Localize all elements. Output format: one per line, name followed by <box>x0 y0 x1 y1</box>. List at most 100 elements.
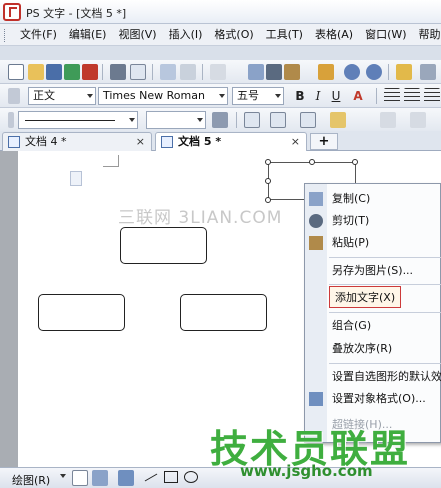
close-tab-icon[interactable]: × <box>136 133 145 151</box>
resize-handle[interactable] <box>265 178 271 184</box>
paste-toolbar-icon[interactable] <box>284 64 300 80</box>
style-select[interactable]: 正文 <box>28 87 96 105</box>
menu-table[interactable]: 表格(A) <box>309 25 359 45</box>
format-painter-icon[interactable] <box>318 64 334 80</box>
menu-item-format-object[interactable]: 设置对象格式(O)... <box>309 388 441 410</box>
tab-label: 文档 5 * <box>178 135 222 148</box>
menu-item-cut[interactable]: 剪切(T) <box>309 210 441 232</box>
italic-button[interactable]: I <box>310 87 326 105</box>
title-bar: PS 文字 - [文档 5 *] <box>0 0 441 24</box>
context-menu: 复制(C) 剪切(T) 粘贴(P) 另存为图片(S)... 添加文字(X) 组合… <box>304 183 441 443</box>
columns-icon[interactable] <box>420 64 436 80</box>
font-select-value: Times New Roman <box>103 89 205 102</box>
menu-file[interactable]: 文件(F) <box>14 25 63 45</box>
select-pointer-icon[interactable] <box>72 470 88 486</box>
font-color-button[interactable]: A <box>350 87 366 105</box>
3d-icon[interactable] <box>410 112 426 128</box>
bold-button[interactable]: B <box>292 87 308 105</box>
menu-tools[interactable]: 工具(T) <box>260 25 309 45</box>
document-anchor-icon <box>70 171 82 186</box>
menu-item-add-text[interactable]: 添加文字(X) <box>329 286 401 308</box>
tab-document-4[interactable]: 文档 4 * × <box>2 132 152 151</box>
menu-grip[interactable] <box>4 29 7 42</box>
line-weight-select[interactable] <box>146 111 206 129</box>
ellipse-tool-icon[interactable] <box>184 471 198 483</box>
export-icon[interactable] <box>64 64 80 80</box>
resize-handle[interactable] <box>352 159 358 165</box>
document-icon <box>8 136 20 148</box>
chevron-down-icon <box>87 94 93 98</box>
tab-label: 文档 4 * <box>25 135 67 148</box>
menu-format[interactable]: 格式(O) <box>208 25 259 45</box>
underline-button[interactable]: U <box>328 87 344 105</box>
menu-item-label: 设置对象格式(O)... <box>332 392 426 405</box>
flowchart-box-right[interactable] <box>180 294 267 331</box>
menu-item-group[interactable]: 组合(G) <box>327 315 441 337</box>
shadow-icon[interactable] <box>300 112 316 128</box>
menu-separator <box>329 284 441 285</box>
menu-item-save-as-picture[interactable]: 另存为图片(S)... <box>327 260 441 282</box>
menu-view[interactable]: 视图(V) <box>112 25 162 45</box>
line-style-select[interactable] <box>18 111 138 129</box>
font-size-select[interactable]: 五号 <box>232 87 284 105</box>
menu-help[interactable]: 帮助(H) <box>413 25 441 45</box>
resize-handle[interactable] <box>265 159 271 165</box>
spellcheck-icon[interactable] <box>160 64 176 80</box>
align-left-icon[interactable] <box>384 88 400 104</box>
pdf-icon[interactable] <box>82 64 98 80</box>
styles-pane-icon[interactable] <box>8 88 20 104</box>
print-preview-icon[interactable] <box>130 64 146 80</box>
toolbar-divider <box>236 112 237 128</box>
formatting-toolbar: 正文 Times New Roman 五号 B I U A <box>0 84 441 108</box>
align-right-icon[interactable] <box>424 88 440 104</box>
border-icon[interactable] <box>244 112 260 128</box>
line-tool-icon[interactable] <box>144 473 158 482</box>
rectangle-tool-icon[interactable] <box>164 471 178 483</box>
close-tab-icon[interactable]: × <box>291 133 300 151</box>
menu-separator <box>329 312 441 313</box>
save-icon[interactable] <box>46 64 62 80</box>
chevron-down-icon <box>275 94 281 98</box>
wps-app-icon[interactable] <box>3 3 21 21</box>
fill-color-icon[interactable] <box>330 112 346 128</box>
align-center-icon[interactable] <box>404 88 420 104</box>
drawing-toolbar: 绘图(R) <box>0 467 441 488</box>
font-select[interactable]: Times New Roman <box>98 87 228 105</box>
menu-item-set-default-effect[interactable]: 设置自选图形的默认效果 <box>327 366 441 388</box>
flowchart-box-left[interactable] <box>38 294 125 331</box>
menu-item-order[interactable]: 叠放次序(R) <box>327 338 441 360</box>
menu-window[interactable]: 窗口(W) <box>359 25 412 45</box>
open-folder-icon[interactable] <box>28 64 44 80</box>
arrange-icon[interactable] <box>380 112 396 128</box>
insert-icon[interactable] <box>210 64 226 80</box>
chevron-down-icon <box>129 118 135 122</box>
menu-edit[interactable]: 编辑(E) <box>63 25 113 45</box>
menu-item-paste[interactable]: 粘贴(P) <box>309 232 441 254</box>
autoshape-icon[interactable] <box>92 470 108 486</box>
draw-menu-button[interactable]: 绘图(R) <box>12 472 50 488</box>
line-sample <box>25 120 115 121</box>
format-icon <box>309 392 323 406</box>
line-color-icon[interactable] <box>212 112 228 128</box>
undo-icon[interactable] <box>344 64 360 80</box>
menu-insert[interactable]: 插入(I) <box>163 25 209 45</box>
menu-item-copy[interactable]: 复制(C) <box>309 188 441 210</box>
resize-handle[interactable] <box>265 197 271 203</box>
redo-icon[interactable] <box>366 64 382 80</box>
resize-handle[interactable] <box>309 159 315 165</box>
page-corner-mark <box>103 155 119 167</box>
menu-item-label: 组合(G) <box>332 319 372 332</box>
new-tab-button[interactable]: + <box>310 133 338 150</box>
print-icon[interactable] <box>110 64 126 80</box>
track-changes-icon[interactable] <box>180 64 196 80</box>
shading-icon[interactable] <box>270 112 286 128</box>
table-icon[interactable] <box>396 64 412 80</box>
new-document-icon[interactable] <box>8 64 24 80</box>
shapes-icon[interactable] <box>118 470 134 486</box>
cut-toolbar-icon[interactable] <box>266 64 282 80</box>
window-title: PS 文字 - [文档 5 *] <box>26 7 127 20</box>
menu-item-label: 另存为图片(S)... <box>332 264 414 277</box>
copy-toolbar-icon[interactable] <box>248 64 264 80</box>
tab-document-5[interactable]: 文档 5 * × <box>155 132 307 151</box>
flowchart-box-top[interactable] <box>120 227 207 264</box>
